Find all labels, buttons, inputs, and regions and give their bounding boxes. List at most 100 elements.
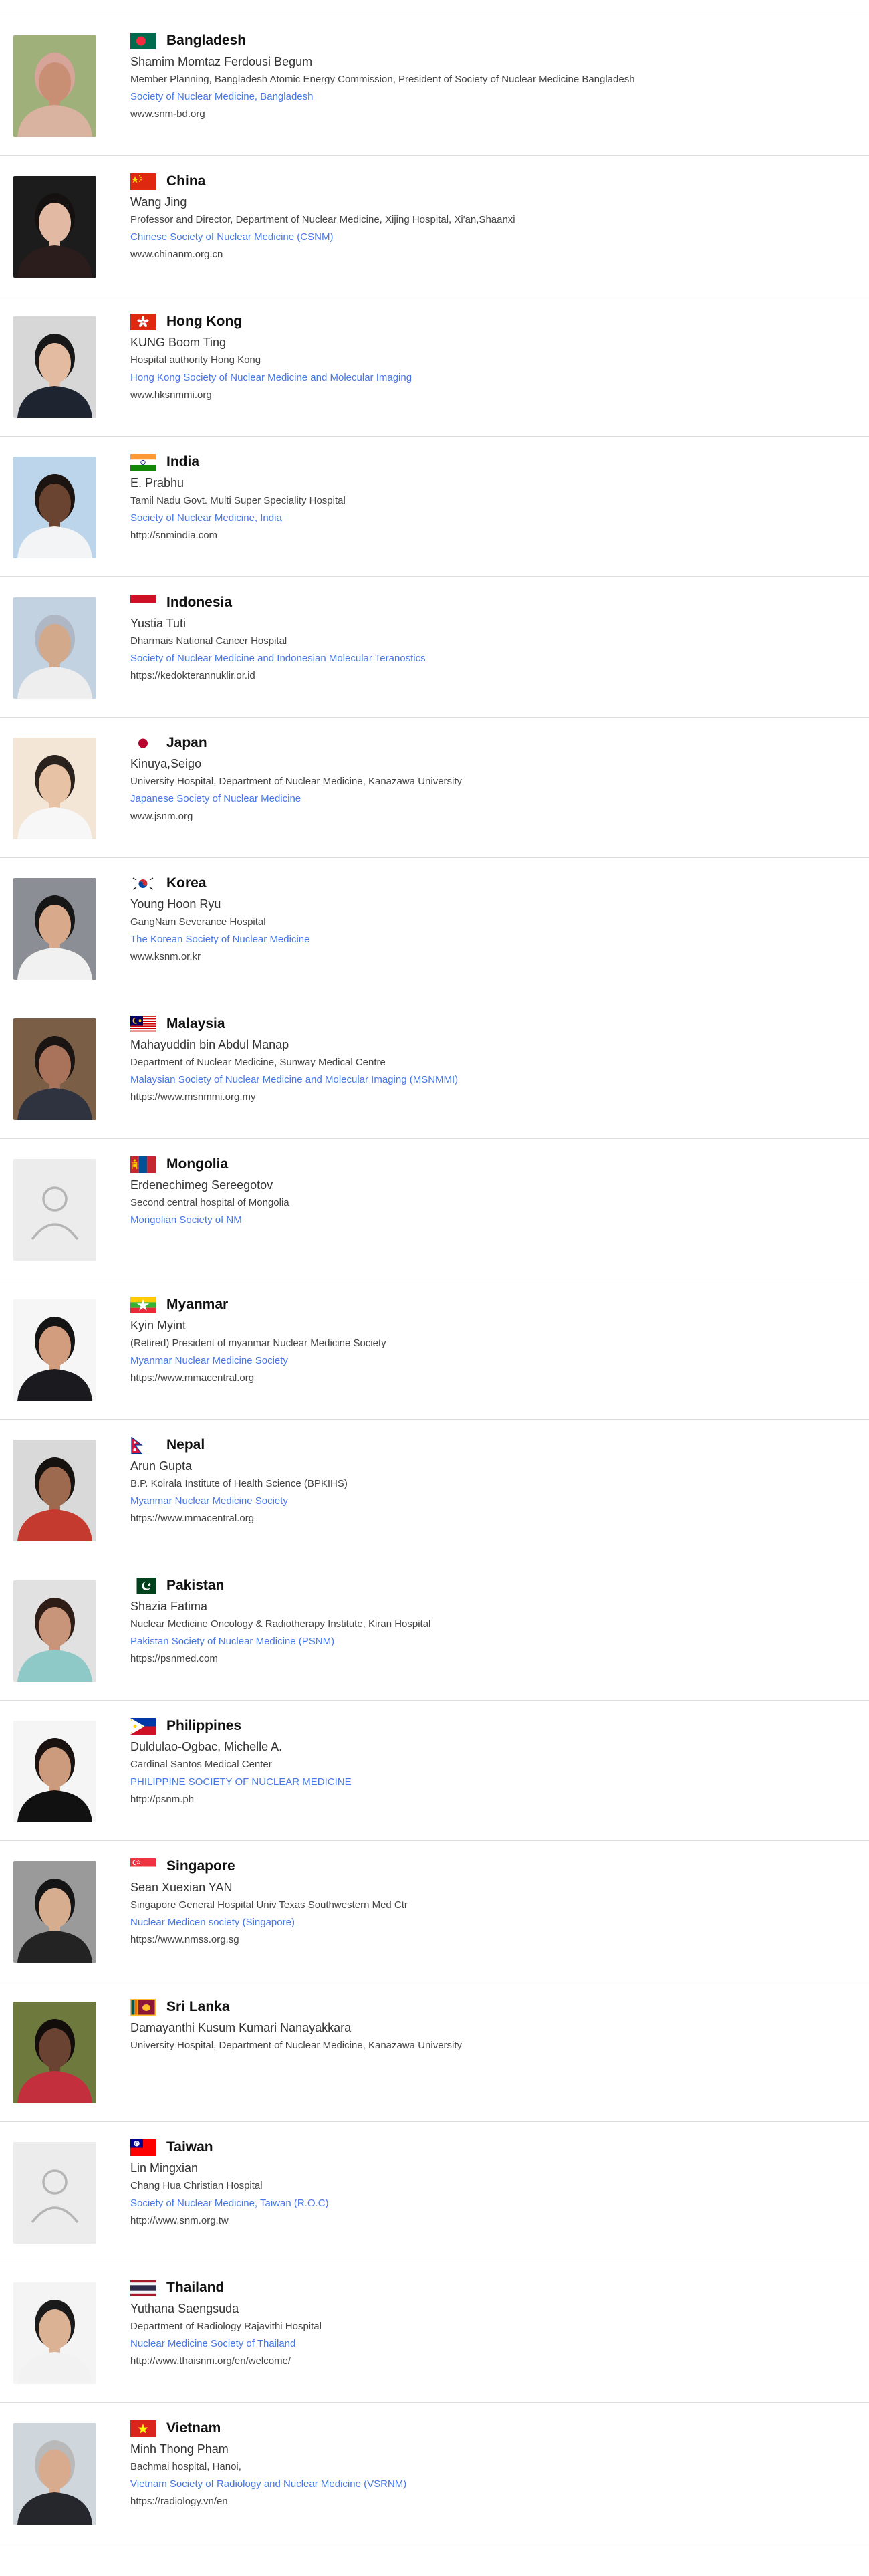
- member-photo: [13, 1018, 96, 1120]
- avatar-placeholder-icon: [13, 2142, 96, 2244]
- country-row: Vietnam: [130, 2418, 852, 2438]
- society-link[interactable]: Chinese Society of Nuclear Medicine (CSN…: [130, 230, 852, 245]
- member-card: Japan Kinuya,Seigo University Hospital, …: [0, 718, 869, 858]
- member-name: Yuthana Saengsuda: [130, 2302, 239, 2315]
- website-text: https://www.nmss.org.sg: [130, 1934, 239, 1945]
- member-info: Bangladesh Shamim Momtaz Ferdousi Begum …: [130, 31, 852, 122]
- country-name: Pakistan: [166, 1578, 225, 1593]
- philippines-flag-icon: [130, 1717, 156, 1735]
- member-info: Vietnam Minh Thong Pham Bachmai hospital…: [130, 2418, 852, 2509]
- member-info: Nepal Arun Gupta B.P. Koirala Institute …: [130, 1435, 852, 1526]
- society-link[interactable]: Society of Nuclear Medicine and Indonesi…: [130, 651, 852, 666]
- country-row: Malaysia: [130, 1014, 852, 1034]
- member-name: Shazia Fatima: [130, 1600, 208, 1613]
- country-name: Sri Lanka: [166, 1999, 230, 2014]
- country-name: Korea: [166, 875, 207, 891]
- member-position: (Retired) President of myanmar Nuclear M…: [130, 1337, 386, 1349]
- member-card: Sri Lanka Damayanthi Kusum Kumari Nanaya…: [0, 1981, 869, 2122]
- pakistan-flag-icon: [130, 1577, 156, 1594]
- member-info: Malaysia Mahayuddin bin Abdul Manap Depa…: [130, 1014, 852, 1105]
- member-position: Hospital authority Hong Kong: [130, 354, 261, 366]
- member-info: Hong Kong KUNG Boom Ting Hospital author…: [130, 312, 852, 403]
- country-row: Thailand: [130, 2278, 852, 2298]
- member-card: Korea Young Hoon Ryu GangNam Severance H…: [0, 858, 869, 998]
- society-link[interactable]: The Korean Society of Nuclear Medicine: [130, 932, 852, 947]
- website-text: https://www.mmacentral.org: [130, 1372, 255, 1384]
- member-name: Shamim Momtaz Ferdousi Begum: [130, 55, 313, 68]
- korea-flag-icon: [130, 875, 156, 892]
- country-name: Mongolia: [166, 1156, 229, 1172]
- society-link[interactable]: Myanmar Nuclear Medicine Society: [130, 1494, 852, 1509]
- singapore-flag-icon: [130, 1858, 156, 1875]
- member-info: China Wang Jing Professor and Director, …: [130, 171, 852, 262]
- member-photo: [13, 2002, 96, 2103]
- member-card: Myanmar Kyin Myint (Retired) President o…: [0, 1279, 869, 1420]
- society-link[interactable]: Mongolian Society of NM: [130, 1213, 852, 1228]
- member-photo: [13, 176, 96, 278]
- country-row: Japan: [130, 733, 852, 753]
- society-link[interactable]: Malaysian Society of Nuclear Medicine an…: [130, 1073, 852, 1087]
- india-flag-icon: [130, 453, 156, 471]
- country-row: Hong Kong: [130, 312, 852, 332]
- member-card: Pakistan Shazia Fatima Nuclear Medicine …: [0, 1560, 869, 1701]
- country-row: Mongolia: [130, 1154, 852, 1174]
- society-link[interactable]: PHILIPPINE SOCIETY OF NUCLEAR MEDICINE: [130, 1775, 852, 1790]
- website-text: https://kedokterannuklir.or.id: [130, 670, 255, 681]
- society-link[interactable]: Myanmar Nuclear Medicine Society: [130, 1354, 852, 1368]
- website-text: https://www.msnmmi.org.my: [130, 1091, 256, 1103]
- country-name: Hong Kong: [166, 314, 243, 329]
- society-link[interactable]: Hong Kong Society of Nuclear Medicine an…: [130, 370, 852, 385]
- country-name: Philippines: [166, 1718, 242, 1733]
- society-link[interactable]: Nuclear Medicen society (Singapore): [130, 1915, 852, 1930]
- vietnam-flag-icon: [130, 2420, 156, 2437]
- member-photo: [13, 35, 96, 137]
- member-info: India E. Prabhu Tamil Nadu Govt. Multi S…: [130, 452, 852, 543]
- member-info: Myanmar Kyin Myint (Retired) President o…: [130, 1295, 852, 1386]
- member-photo: [13, 1299, 96, 1401]
- china-flag-icon: [130, 173, 156, 190]
- member-info: Thailand Yuthana Saengsuda Department of…: [130, 2278, 852, 2369]
- society-link[interactable]: Nuclear Medicine Society of Thailand: [130, 2337, 852, 2351]
- member-position: Chang Hua Christian Hospital: [130, 2180, 263, 2191]
- society-link[interactable]: Society of Nuclear Medicine, India: [130, 511, 852, 526]
- country-name: Malaysia: [166, 1016, 225, 1031]
- member-card: Thailand Yuthana Saengsuda Department of…: [0, 2262, 869, 2403]
- website-text: www.ksnm.or.kr: [130, 951, 201, 962]
- member-position: Tamil Nadu Govt. Multi Super Speciality …: [130, 495, 346, 506]
- society-link[interactable]: Pakistan Society of Nuclear Medicine (PS…: [130, 1634, 852, 1649]
- member-position: University Hospital, Department of Nucle…: [130, 2040, 463, 2051]
- nepal-flag-icon: [130, 1436, 156, 1454]
- website-text: www.jsnm.org: [130, 811, 193, 822]
- country-row: Bangladesh: [130, 31, 852, 51]
- member-card: Nepal Arun Gupta B.P. Koirala Institute …: [0, 1420, 869, 1560]
- member-position: Member Planning, Bangladesh Atomic Energ…: [130, 74, 635, 85]
- member-card: Philippines Duldulao-Ogbac, Michelle A. …: [0, 1701, 869, 1841]
- japan-flag-icon: [130, 734, 156, 752]
- member-name: E. Prabhu: [130, 476, 184, 490]
- member-info: Philippines Duldulao-Ogbac, Michelle A. …: [130, 1716, 852, 1807]
- sri-lanka-flag-icon: [130, 1998, 156, 2016]
- country-name: Thailand: [166, 2280, 225, 2295]
- member-position: Professor and Director, Department of Nu…: [130, 214, 515, 225]
- society-link[interactable]: Vietnam Society of Radiology and Nuclear…: [130, 2477, 852, 2492]
- bangladesh-flag-icon: [130, 32, 156, 49]
- website-text: https://www.mmacentral.org: [130, 1513, 255, 1524]
- member-info: Mongolia Erdenechimeg Sereegotov Second …: [130, 1154, 852, 1228]
- country-name: Nepal: [166, 1437, 205, 1453]
- hong-kong-flag-icon: [130, 313, 156, 330]
- member-photo: [13, 2282, 96, 2384]
- member-name: Kinuya,Seigo: [130, 757, 202, 770]
- member-photo: [13, 1580, 96, 1682]
- society-link[interactable]: Society of Nuclear Medicine, Taiwan (R.O…: [130, 2196, 852, 2211]
- country-row: India: [130, 452, 852, 472]
- website-text: www.chinanm.org.cn: [130, 249, 223, 260]
- member-photo: [13, 878, 96, 980]
- society-link[interactable]: Japanese Society of Nuclear Medicine: [130, 792, 852, 807]
- member-position: Singapore General Hospital Univ Texas So…: [130, 1899, 408, 1911]
- member-info: Sri Lanka Damayanthi Kusum Kumari Nanaya…: [130, 1997, 852, 2053]
- society-link[interactable]: Society of Nuclear Medicine, Bangladesh: [130, 90, 852, 104]
- country-name: Taiwan: [166, 2139, 213, 2155]
- member-position: Department of Radiology Rajavithi Hospit…: [130, 2321, 322, 2332]
- member-card: India E. Prabhu Tamil Nadu Govt. Multi S…: [0, 437, 869, 577]
- website-text: http://www.thaisnm.org/en/welcome/: [130, 2355, 291, 2367]
